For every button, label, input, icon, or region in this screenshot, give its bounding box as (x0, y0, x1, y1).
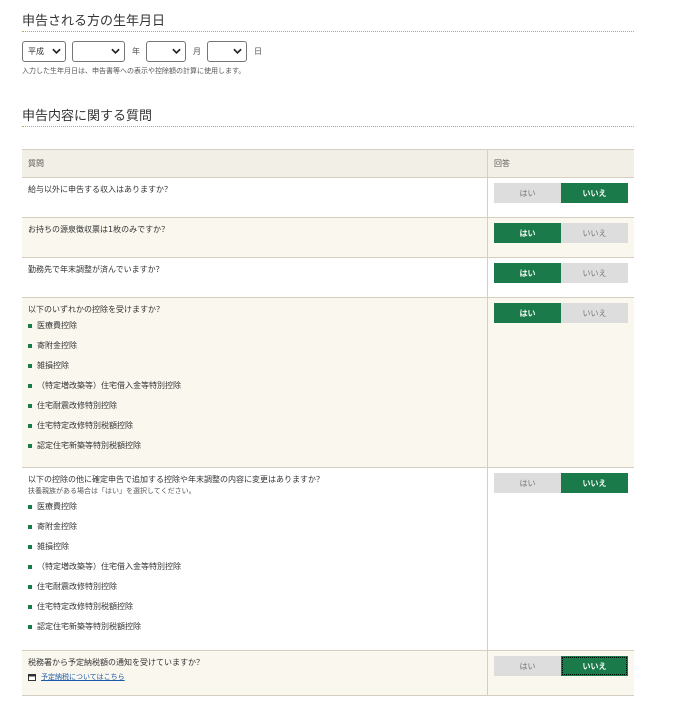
table-row: お持ちの源泉徴収票は1枚のみですか？ はい いいえ (22, 217, 634, 258)
yes-no-toggle: はい いいえ (494, 183, 628, 203)
table-row: 給与以外に申告する収入はありますか？ はい いいえ (22, 177, 634, 218)
yes-no-toggle: はい いいえ (494, 263, 628, 283)
dob-note: 入力した生年月日は、申告書等への表示や控除額の計算に使用します。 (22, 67, 246, 75)
dob-section-divider (22, 31, 634, 32)
bullet-icon (28, 424, 32, 428)
list-item: 寄附金控除 (28, 340, 481, 360)
list-item: 寄附金控除 (28, 521, 481, 541)
chevron-down-icon (52, 48, 61, 54)
bullet-icon (28, 525, 32, 529)
no-button[interactable]: いいえ (561, 303, 628, 323)
table-row: 以下の控除の他に確定申告で追加する控除や年末調整の内容に変更はありますか？ 扶養… (22, 467, 634, 651)
list-item: 医療費控除 (28, 501, 481, 521)
table-row: 税務署から予定納税額の通知を受けていますか？ 予定納税についてはこちら はい い… (22, 650, 634, 696)
new-window-icon (28, 674, 36, 681)
no-button[interactable]: いいえ (561, 223, 628, 243)
table-header-row: 質問 回答 (22, 149, 634, 178)
list-item: 雑損控除 (28, 360, 481, 380)
year-unit-label: 年 (132, 46, 140, 56)
bullet-icon (28, 364, 32, 368)
yes-no-toggle: はい いいえ (494, 223, 628, 243)
year-select[interactable] (72, 40, 125, 62)
questions-section-title: 申告内容に関する質問 (22, 109, 153, 124)
chevron-down-icon (233, 48, 242, 54)
bullet-icon (28, 444, 32, 448)
bullet-icon (28, 545, 32, 549)
bullet-icon (28, 505, 32, 509)
list-item: 医療費控除 (28, 320, 481, 340)
yes-button[interactable]: はい (494, 303, 561, 323)
bullet-icon (28, 565, 32, 569)
bullet-icon (28, 404, 32, 408)
link-row: 予定納税についてはこちら (28, 672, 481, 682)
era-select[interactable]: 平成 (22, 40, 66, 62)
deduction-list: 医療費控除 寄附金控除 雑損控除 （特定増改築等）住宅借入金等特別控除 住宅耐震… (28, 320, 481, 460)
question-text: 以下のいずれかの控除を受けますか？ (28, 305, 164, 314)
bullet-icon (28, 605, 32, 609)
header-answer: 回答 (487, 149, 634, 178)
no-button[interactable]: いいえ (561, 183, 628, 203)
chevron-down-icon (111, 48, 120, 54)
list-item: （特定増改築等）住宅借入金等特別控除 (28, 380, 481, 400)
questions-section-divider (22, 126, 634, 127)
month-unit-label: 月 (193, 46, 201, 56)
list-item: （特定増改築等）住宅借入金等特別控除 (28, 561, 481, 581)
yes-button[interactable]: はい (494, 223, 561, 243)
list-item: 雑損控除 (28, 541, 481, 561)
no-button[interactable]: いいえ (561, 473, 628, 493)
question-text: 勤務先で年末調整が済んでいますか？ (28, 265, 164, 274)
header-question: 質問 (22, 149, 488, 178)
era-select-value: 平成 (28, 46, 44, 56)
questions-table: 質問 回答 給与以外に申告する収入はありますか？ はい いいえ お持ちの源泉徴収… (22, 149, 634, 696)
yes-button[interactable]: はい (494, 656, 561, 676)
table-row: 以下のいずれかの控除を受けますか？ 医療費控除 寄附金控除 雑損控除 （特定増改… (22, 297, 634, 468)
list-item: 住宅特定改修特別税額控除 (28, 420, 481, 440)
list-item: 認定住宅新築等特別税額控除 (28, 440, 481, 460)
table-row: 勤務先で年末調整が済んでいますか？ はい いいえ (22, 257, 634, 298)
question-text: 給与以外に申告する収入はありますか？ (28, 185, 172, 194)
dob-selector-row: 平成 年 月 日 (22, 40, 268, 62)
yes-button[interactable]: はい (494, 473, 561, 493)
day-unit-label: 日 (254, 46, 262, 56)
yes-no-toggle: はい いいえ (494, 303, 628, 323)
question-text: 税務署から予定納税額の通知を受けていますか？ (28, 658, 204, 667)
bullet-icon (28, 344, 32, 348)
question-note: 扶養親族がある場合は「はい」を選択してください。 (28, 487, 196, 495)
yes-button[interactable]: はい (494, 183, 561, 203)
yes-no-toggle: はい いいえ (494, 656, 628, 676)
list-item: 住宅耐震改修特別控除 (28, 581, 481, 601)
yes-no-toggle: はい いいえ (494, 473, 628, 493)
question-text: お持ちの源泉徴収票は1枚のみですか？ (28, 225, 170, 234)
dob-section-title: 申告される方の生年月日 (22, 14, 166, 29)
chevron-down-icon (172, 48, 181, 54)
yes-button[interactable]: はい (494, 263, 561, 283)
prepayment-info-link[interactable]: 予定納税についてはこちら (41, 672, 125, 682)
deduction-list: 医療費控除 寄附金控除 雑損控除 （特定増改築等）住宅借入金等特別控除 住宅耐震… (28, 501, 481, 641)
list-item: 住宅特定改修特別税額控除 (28, 601, 481, 621)
list-item: 住宅耐震改修特別控除 (28, 400, 481, 420)
no-button[interactable]: いいえ (561, 656, 628, 676)
bullet-icon (28, 585, 32, 589)
no-button[interactable]: いいえ (561, 263, 628, 283)
month-select[interactable] (146, 40, 186, 62)
question-text: 以下の控除の他に確定申告で追加する控除や年末調整の内容に変更はありますか？ (28, 475, 324, 484)
bullet-icon (28, 324, 32, 328)
day-select[interactable] (207, 40, 247, 62)
list-item: 認定住宅新築等特別税額控除 (28, 621, 481, 641)
bullet-icon (28, 384, 32, 388)
bullet-icon (28, 625, 32, 629)
